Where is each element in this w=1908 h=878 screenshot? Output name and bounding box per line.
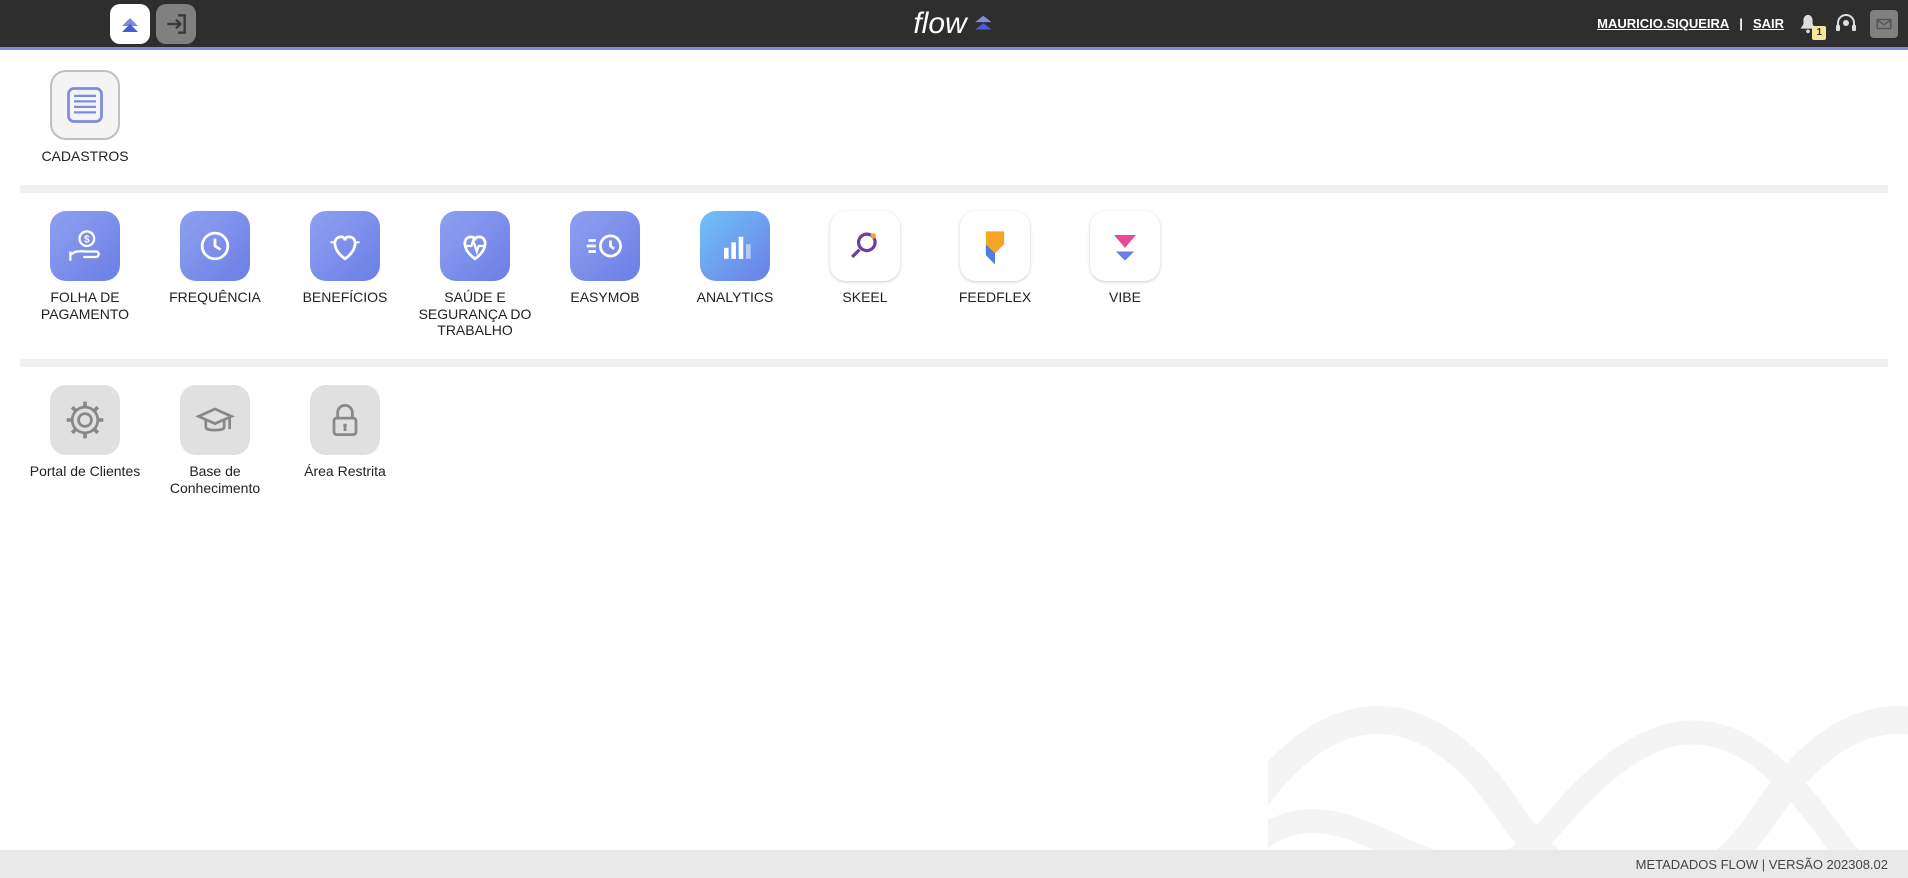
vibe-icon [1090, 211, 1160, 281]
enter-button[interactable] [156, 4, 196, 44]
tile-label: SKEEL [842, 289, 887, 306]
tile-label: SAÚDE E SEGURANÇA DO TRABALHO [410, 289, 540, 339]
section-row3: Portal de Clientes Base de Conhecimento … [10, 385, 1898, 507]
app-logo: flow [913, 7, 994, 41]
tile-label: Base de Conhecimento [150, 463, 280, 497]
tile-analytics[interactable]: ANALYTICS [670, 211, 800, 339]
clock-icon [180, 211, 250, 281]
enter-icon [163, 11, 189, 37]
heartbeat-icon [440, 211, 510, 281]
heart-icon [310, 211, 380, 281]
divider [20, 359, 1888, 367]
logout-link[interactable]: SAIR [1753, 16, 1784, 31]
app-name-text: flow [913, 7, 966, 41]
decorative-wave [1268, 630, 1908, 850]
section-row2: $ FOLHA DE PAGAMENTO FREQUÊNCIA BENEFÍCI… [10, 211, 1898, 349]
tile-label: Área Restrita [304, 463, 386, 480]
main-content: CADASTROS $ FOLHA DE PAGAMENTO FREQUÊNCI… [0, 50, 1908, 850]
tile-label: FREQUÊNCIA [169, 289, 261, 306]
money-hand-icon: $ [50, 211, 120, 281]
app-footer: METADADOS FLOW | VERSÃO 202308.02 [0, 850, 1908, 878]
home-icon [118, 12, 142, 36]
user-link[interactable]: MAURICIO.SIQUEIRA [1597, 16, 1729, 31]
tile-skeel[interactable]: SKEEL [800, 211, 930, 339]
logo-icon [973, 13, 995, 35]
support-button[interactable] [1832, 10, 1860, 38]
tile-label: VIBE [1109, 289, 1141, 306]
tile-label: FOLHA DE PAGAMENTO [20, 289, 150, 323]
header-left-group [110, 4, 196, 44]
tile-label: BENEFÍCIOS [303, 289, 388, 306]
tile-easymob[interactable]: EASYMOB [540, 211, 670, 339]
tile-label: EASYMOB [570, 289, 639, 306]
tile-area[interactable]: Área Restrita [280, 385, 410, 497]
gear-icon [50, 385, 120, 455]
gradcap-icon [180, 385, 250, 455]
notification-badge: 1 [1812, 26, 1826, 40]
tile-row-2: $ FOLHA DE PAGAMENTO FREQUÊNCIA BENEFÍCI… [10, 211, 1898, 349]
headset-icon [1834, 12, 1858, 36]
tile-label: Portal de Clientes [30, 463, 141, 480]
lines-icon [50, 70, 120, 140]
tile-frequencia[interactable]: FREQUÊNCIA [150, 211, 280, 339]
divider [20, 185, 1888, 193]
tile-base[interactable]: Base de Conhecimento [150, 385, 280, 497]
home-button[interactable] [110, 4, 150, 44]
tile-folha[interactable]: $ FOLHA DE PAGAMENTO [20, 211, 150, 339]
feedflex-icon [960, 211, 1030, 281]
tile-feedflex[interactable]: FEEDFLEX [930, 211, 1060, 339]
tile-row-3: Portal de Clientes Base de Conhecimento … [10, 385, 1898, 507]
section-row1: CADASTROS [10, 70, 1898, 175]
header-right-group: MAURICIO.SIQUEIRA | SAIR 1 [1597, 10, 1898, 38]
speed-icon [570, 211, 640, 281]
tile-row-1: CADASTROS [10, 70, 1898, 175]
lock-icon [310, 385, 380, 455]
svg-text:$: $ [84, 234, 90, 245]
tile-label: CADASTROS [41, 148, 128, 165]
mail-icon [1875, 15, 1893, 33]
tile-portal[interactable]: Portal de Clientes [20, 385, 150, 497]
bars-icon [700, 211, 770, 281]
tile-cadastros[interactable]: CADASTROS [20, 70, 150, 165]
app-header: flow MAURICIO.SIQUEIRA | SAIR 1 [0, 0, 1908, 50]
tile-vibe[interactable]: VIBE [1060, 211, 1190, 339]
footer-text: METADADOS FLOW | VERSÃO 202308.02 [1636, 857, 1888, 872]
tile-label: ANALYTICS [697, 289, 774, 306]
skeel-icon [830, 211, 900, 281]
notifications-button[interactable]: 1 [1794, 10, 1822, 38]
messages-button[interactable] [1870, 10, 1898, 38]
separator: | [1739, 16, 1743, 31]
tile-saude[interactable]: SAÚDE E SEGURANÇA DO TRABALHO [410, 211, 540, 339]
tile-label: FEEDFLEX [959, 289, 1031, 306]
tile-beneficios[interactable]: BENEFÍCIOS [280, 211, 410, 339]
